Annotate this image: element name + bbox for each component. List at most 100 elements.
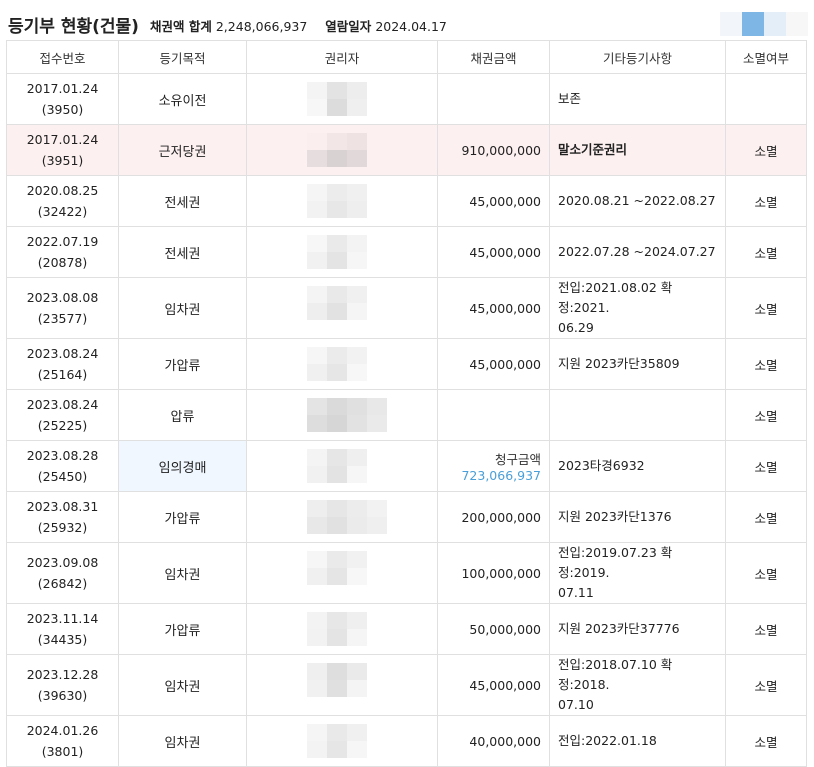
receipt-cell: 2023.08.31 (25932) — [6, 491, 119, 543]
status-cell: 소멸 — [725, 124, 807, 176]
etc-cell: 지원 2023카단35809 — [549, 338, 726, 390]
receipt-cell: 2020.08.25 (32422) — [6, 175, 119, 227]
etc-cell: 전입:2019.07.23 확정:2019. 07.11 — [549, 542, 726, 604]
receipt-cell: 2023.12.28 (39630) — [6, 654, 119, 716]
status-cell: 소멸 — [725, 491, 807, 543]
amount-cell: 45,000,000 — [437, 175, 550, 227]
amount-cell: 50,000,000 — [437, 603, 550, 655]
blurred-header-controls — [720, 12, 808, 36]
purpose-cell: 가압류 — [118, 603, 247, 655]
status-cell: 소멸 — [725, 715, 807, 767]
etc-cell: 전입:2018.07.10 확정:2018. 07.10 — [549, 654, 726, 716]
holder-cell-blurred — [246, 338, 438, 390]
receipt-cell: 2023.08.08 (23577) — [6, 277, 119, 339]
purpose-cell: 가압류 — [118, 338, 247, 390]
table-row: 2023.08.31 (25932) 가압류 200,000,000 지원 202… — [6, 491, 807, 543]
table-row: 2023.11.14 (34435) 가압류 50,000,000 지원 2023… — [6, 603, 807, 655]
claim-value: 723,066,937 — [461, 468, 541, 483]
etc-cell: 전입:2021.08.02 확정:2021. 06.29 — [549, 277, 726, 339]
col-header-receipt: 접수번호 — [6, 40, 119, 74]
table-row: 2020.08.25 (32422) 전세권 45,000,000 2020.08… — [6, 175, 807, 227]
holder-cell-blurred — [246, 175, 438, 227]
purpose-cell: 소유이전 — [118, 73, 247, 125]
etc-cell: 2023타경6932 — [549, 440, 726, 492]
receipt-cell: 2017.01.24 (3951) — [6, 124, 119, 176]
status-cell: 소멸 — [725, 389, 807, 441]
etc-cell: 2020.08.21 ~2022.08.27 — [549, 175, 726, 227]
col-header-status: 소멸여부 — [725, 40, 807, 74]
receipt-cell: 2024.01.26 (3801) — [6, 715, 119, 767]
receipt-cell: 2023.08.28 (25450) — [6, 440, 119, 492]
purpose-cell: 전세권 — [118, 175, 247, 227]
status-cell: 소멸 — [725, 226, 807, 278]
page-title: 등기부 현황(건물) — [8, 17, 139, 37]
table-row: 2022.07.19 (20878) 전세권 45,000,000 2022.07… — [6, 226, 807, 278]
claim-label: 청구금액 — [494, 452, 541, 467]
amount-cell: 45,000,000 — [437, 338, 550, 390]
etc-cell — [549, 389, 726, 441]
col-header-holder: 권리자 — [246, 40, 438, 74]
table-row: 2017.01.24 (3951) 근저당권 910,000,000 말소기준권리… — [6, 124, 807, 176]
status-cell: 소멸 — [725, 654, 807, 716]
purpose-cell: 압류 — [118, 389, 247, 441]
amount-cell: 45,000,000 — [437, 654, 550, 716]
date-label: 열람일자 — [325, 19, 372, 34]
etc-cell: 지원 2023카단37776 — [549, 603, 726, 655]
amount-cell: 45,000,000 — [437, 226, 550, 278]
status-cell: 소멸 — [725, 542, 807, 604]
etc-cell: 지원 2023카단1376 — [549, 491, 726, 543]
amount-cell: 100,000,000 — [437, 542, 550, 604]
status-cell: 소멸 — [725, 338, 807, 390]
table-row: 2023.08.08 (23577) 임차권 45,000,000 전입:2021… — [6, 277, 807, 339]
purpose-cell: 전세권 — [118, 226, 247, 278]
sum-label: 채권액 합계 — [150, 19, 212, 34]
table-row: 2017.01.24 (3950) 소유이전 보존 — [6, 73, 807, 125]
amount-cell — [437, 389, 550, 441]
receipt-cell: 2023.08.24 (25225) — [6, 389, 119, 441]
amount-cell — [437, 73, 550, 125]
table-row: 2024.01.26 (3801) 임차권 40,000,000 전입:2022.… — [6, 715, 807, 767]
col-header-amount: 채권금액 — [437, 40, 550, 74]
etc-cell: 보존 — [549, 73, 726, 125]
holder-cell-blurred — [246, 542, 438, 604]
purpose-cell: 임차권 — [118, 715, 247, 767]
table-header-row: 접수번호 등기목적 권리자 채권금액 기타등기사항 소멸여부 — [6, 40, 807, 74]
table-row: 2023.08.28 (25450) 임의경매 청구금액 723,066,937 … — [6, 440, 807, 492]
holder-cell-blurred — [246, 603, 438, 655]
page-header: 등기부 현황(건물) 채권액 합계 2,248,066,937 열람일자 2024.… — [0, 0, 814, 44]
holder-cell-blurred — [246, 277, 438, 339]
status-cell: 소멸 — [725, 603, 807, 655]
registry-table: 접수번호 등기목적 권리자 채권금액 기타등기사항 소멸여부 2017.01.2… — [6, 40, 807, 767]
purpose-cell: 근저당권 — [118, 124, 247, 176]
table-row: 2023.08.24 (25164) 가압류 45,000,000 지원 2023… — [6, 338, 807, 390]
amount-cell: 910,000,000 — [437, 124, 550, 176]
holder-cell-blurred — [246, 440, 438, 492]
status-cell: 소멸 — [725, 277, 807, 339]
status-cell: 소멸 — [725, 440, 807, 492]
etc-cell: 2022.07.28 ~2024.07.27 — [549, 226, 726, 278]
holder-cell-blurred — [246, 389, 438, 441]
holder-cell-blurred — [246, 124, 438, 176]
amount-cell: 청구금액 723,066,937 — [437, 440, 550, 492]
holder-cell-blurred — [246, 715, 438, 767]
table-row: 2023.09.08 (26842) 임차권 100,000,000 전입:201… — [6, 542, 807, 604]
amount-cell: 200,000,000 — [437, 491, 550, 543]
holder-cell-blurred — [246, 73, 438, 125]
receipt-cell: 2023.11.14 (34435) — [6, 603, 119, 655]
amount-cell: 40,000,000 — [437, 715, 550, 767]
receipt-cell: 2023.09.08 (26842) — [6, 542, 119, 604]
holder-cell-blurred — [246, 226, 438, 278]
receipt-cell: 2023.08.24 (25164) — [6, 338, 119, 390]
amount-cell: 45,000,000 — [437, 277, 550, 339]
status-cell — [725, 73, 807, 125]
summary-bar: 채권액 합계 2,248,066,937 열람일자 2024.04.17 — [150, 16, 461, 35]
purpose-cell: 임차권 — [118, 654, 247, 716]
status-cell: 소멸 — [725, 175, 807, 227]
purpose-cell: 가압류 — [118, 491, 247, 543]
col-header-etc: 기타등기사항 — [549, 40, 726, 74]
purpose-cell: 임의경매 — [118, 440, 247, 492]
sum-value: 2,248,066,937 — [215, 19, 308, 34]
receipt-cell: 2017.01.24 (3950) — [6, 73, 119, 125]
receipt-cell: 2022.07.19 (20878) — [6, 226, 119, 278]
purpose-cell: 임차권 — [118, 277, 247, 339]
